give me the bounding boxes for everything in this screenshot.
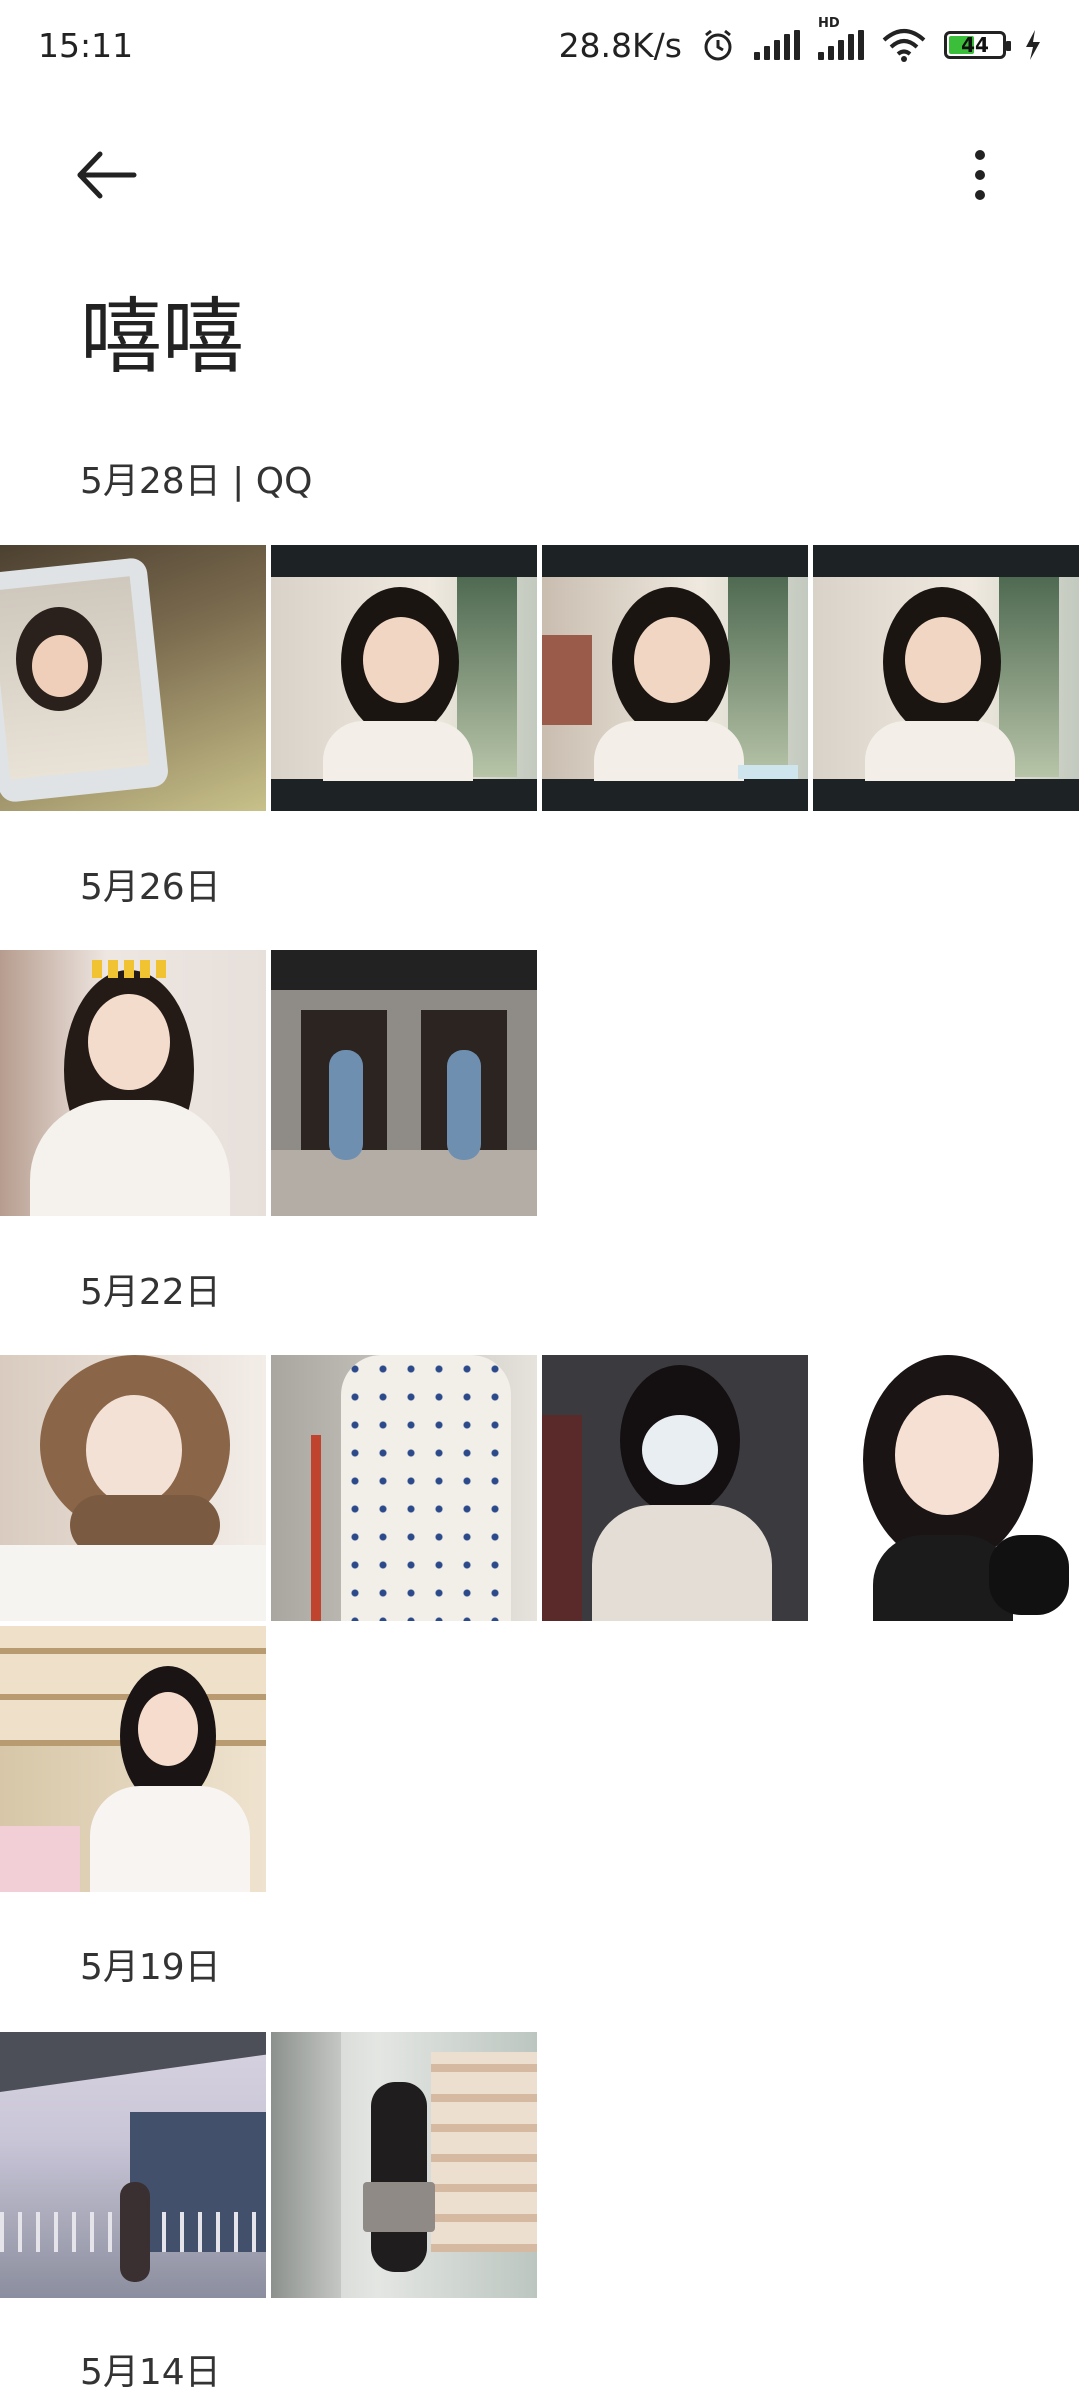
photo-thumbnail[interactable] bbox=[271, 1355, 537, 1621]
arrow-left-icon bbox=[77, 151, 137, 199]
charging-icon bbox=[1026, 30, 1040, 60]
photo-thumbnail[interactable] bbox=[0, 1355, 266, 1621]
network-speed: 28.8K/s bbox=[558, 25, 682, 65]
back-button[interactable] bbox=[72, 140, 142, 210]
more-vertical-icon bbox=[975, 150, 985, 200]
photo-thumbnail[interactable] bbox=[0, 1626, 266, 1892]
photo-thumbnail[interactable] bbox=[271, 2032, 537, 2298]
photo-thumbnail[interactable] bbox=[542, 545, 808, 811]
section-date: 5月22日 bbox=[80, 1272, 221, 1313]
photo-thumbnail[interactable] bbox=[271, 545, 537, 811]
hd-label: HD bbox=[818, 16, 840, 31]
photo-row bbox=[0, 1626, 1080, 1892]
photo-thumbnail[interactable] bbox=[0, 545, 266, 811]
section-date: 5月28日 | QQ bbox=[80, 461, 313, 502]
more-options-button[interactable] bbox=[955, 140, 1005, 210]
photo-thumbnail[interactable] bbox=[0, 2032, 266, 2298]
section-date: 5月19日 bbox=[80, 1947, 221, 1988]
status-time: 15:11 bbox=[38, 25, 134, 65]
battery-level: 44 bbox=[961, 33, 989, 57]
photo-thumbnail[interactable] bbox=[542, 1355, 808, 1621]
photo-row bbox=[0, 1355, 1080, 1621]
wifi-icon bbox=[882, 29, 926, 62]
album-title: 嘻嘻 bbox=[80, 290, 245, 385]
photo-row bbox=[0, 950, 1080, 1216]
photo-thumbnail[interactable] bbox=[0, 950, 266, 1216]
hd-signal-icon: HD bbox=[818, 16, 864, 60]
photo-row bbox=[0, 545, 1080, 811]
battery-icon: 44 bbox=[944, 31, 1011, 59]
status-bar: 15:11 28.8K/s HD 44 bbox=[0, 0, 1080, 90]
section-date: 5月26日 bbox=[80, 867, 221, 908]
section-date: 5月14日 bbox=[80, 2352, 221, 2393]
alarm-icon bbox=[704, 29, 732, 61]
status-icons: 28.8K/s HD 44 bbox=[558, 16, 1042, 65]
photo-thumbnail[interactable] bbox=[813, 545, 1079, 811]
signal-icon bbox=[754, 30, 800, 60]
photo-thumbnail[interactable] bbox=[271, 950, 537, 1216]
photo-row bbox=[0, 2032, 1080, 2298]
photo-thumbnail[interactable] bbox=[813, 1355, 1079, 1621]
